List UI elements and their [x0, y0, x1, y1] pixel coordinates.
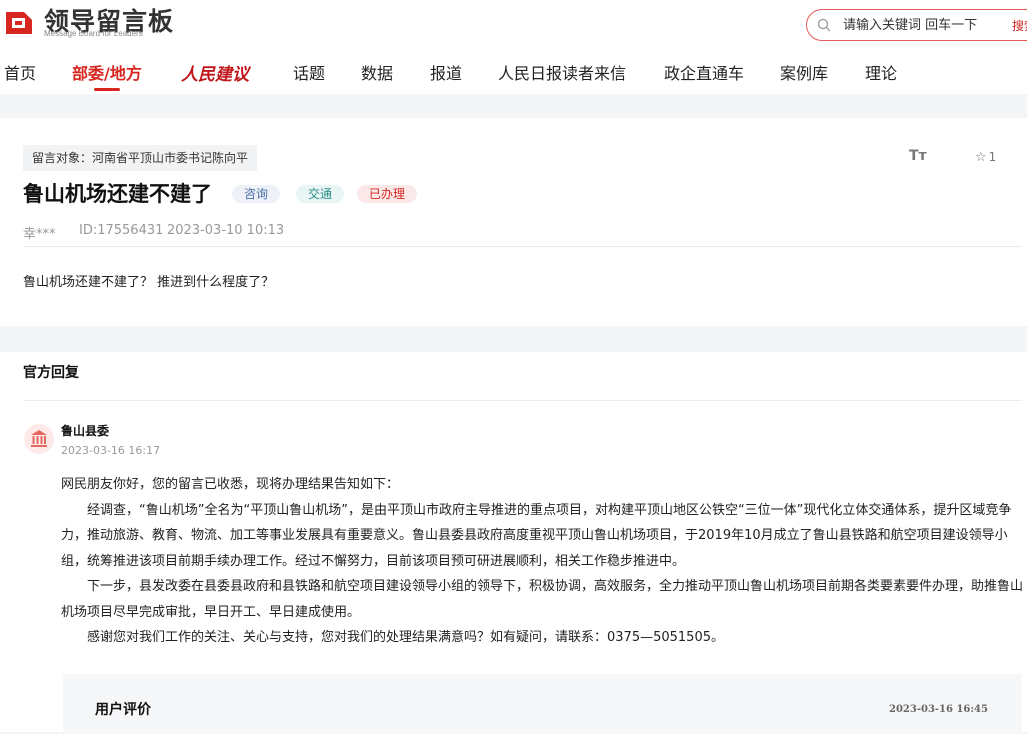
logo-icon[interactable]: [4, 6, 34, 36]
reply-paragraph: 经调查，“鲁山机场”全名为“平顶山鲁山机场”，是由平顶山市政府主导推进的重点项目…: [61, 502, 1012, 569]
nav-item-home[interactable]: 首页: [4, 60, 36, 84]
logo-subtitle: Message Board for Leaders: [44, 29, 143, 38]
font-size-button[interactable]: Tт: [909, 148, 927, 164]
evaluation-title: 用户评价: [95, 702, 151, 718]
nav-item-topics[interactable]: 话题: [293, 60, 325, 84]
responder-name: 鲁山县委: [61, 424, 110, 438]
top-header: 领导留言板 Message Board for Leaders 搜索 首页 部委…: [0, 0, 1027, 94]
nav-item-reader-letters[interactable]: 人民日报读者来信: [498, 60, 626, 84]
nav-item-reports[interactable]: 报道: [430, 60, 462, 84]
reply-paragraph: 下一步，县发改委在县委县政府和县铁路和航空项目建设领导小组的领导下，积极协调，高…: [61, 579, 1024, 620]
nav-item-data[interactable]: 数据: [361, 60, 393, 84]
message-id: ID:17556431: [79, 223, 164, 238]
avatar: [24, 424, 54, 454]
message-author: 幸***: [23, 227, 56, 242]
message-body: 鲁山机场还建不建了？ 推进到什么程度了？: [23, 275, 275, 290]
message-time: 2023-03-10 10:13: [167, 223, 285, 238]
nav-item-people-suggestions[interactable]: 人民建议: [181, 60, 249, 85]
reply-content: 网民朋友你好，您的留言已收悉，现将办理结果告知如下： 经调查，“鲁山机场”全名为…: [61, 472, 1023, 651]
nav-item-theory[interactable]: 理论: [865, 60, 897, 84]
reply-time: 2023-03-16 16:17: [61, 444, 161, 457]
favorite-count: 1: [988, 150, 997, 164]
nav-item-case-library[interactable]: 案例库: [780, 60, 828, 84]
user-evaluation: 用户评价 2023-03-16 16:45: [63, 674, 1022, 734]
message-title: 鲁山机场还建不建了: [23, 182, 212, 206]
badge-category: 交通: [296, 185, 345, 203]
badge-status: 已办理: [357, 185, 418, 203]
nav-item-ministries-local[interactable]: 部委/地方: [72, 60, 142, 84]
message-card: 留言对象：河南省平顶山市委书记陈向平 Tт ☆ 1 鲁山机场还建不建了 咨询 交通…: [0, 118, 1027, 326]
reply-paragraph: 感谢您对我们工作的关注、关心与支持，您对我们的处理结果满意吗？如有疑问，请联系：…: [87, 630, 724, 645]
section-title: 官方回复: [23, 365, 79, 381]
nav-active-underline: [94, 88, 120, 91]
divider: [23, 400, 1022, 401]
search-box: 搜索: [806, 9, 1027, 41]
search-button[interactable]: 搜索: [1012, 17, 1027, 34]
nav-item-gov-enterprise[interactable]: 政企直通车: [664, 60, 744, 84]
government-building-icon: [31, 430, 47, 447]
badge-type: 咨询: [232, 185, 281, 203]
evaluation-time: 2023-03-16 16:45: [889, 704, 988, 715]
divider: [23, 246, 1022, 247]
search-input[interactable]: [843, 15, 993, 35]
main-nav: 首页 部委/地方 人民建议 话题 数据 报道 人民日报读者来信 政企直通车 案例…: [0, 56, 1027, 91]
search-icon: [817, 18, 831, 32]
reply-paragraph: 网民朋友你好，您的留言已收悉，现将办理结果告知如下：: [61, 477, 400, 492]
message-target: 留言对象：河南省平顶山市委书记陈向平: [23, 145, 258, 171]
star-icon: ☆: [975, 150, 987, 165]
reply-card: 官方回复 鲁山县委 2023-03-16 16:17 网民朋友你好，您的留言已收…: [0, 352, 1027, 734]
favorite-button[interactable]: ☆ 1: [975, 150, 996, 165]
